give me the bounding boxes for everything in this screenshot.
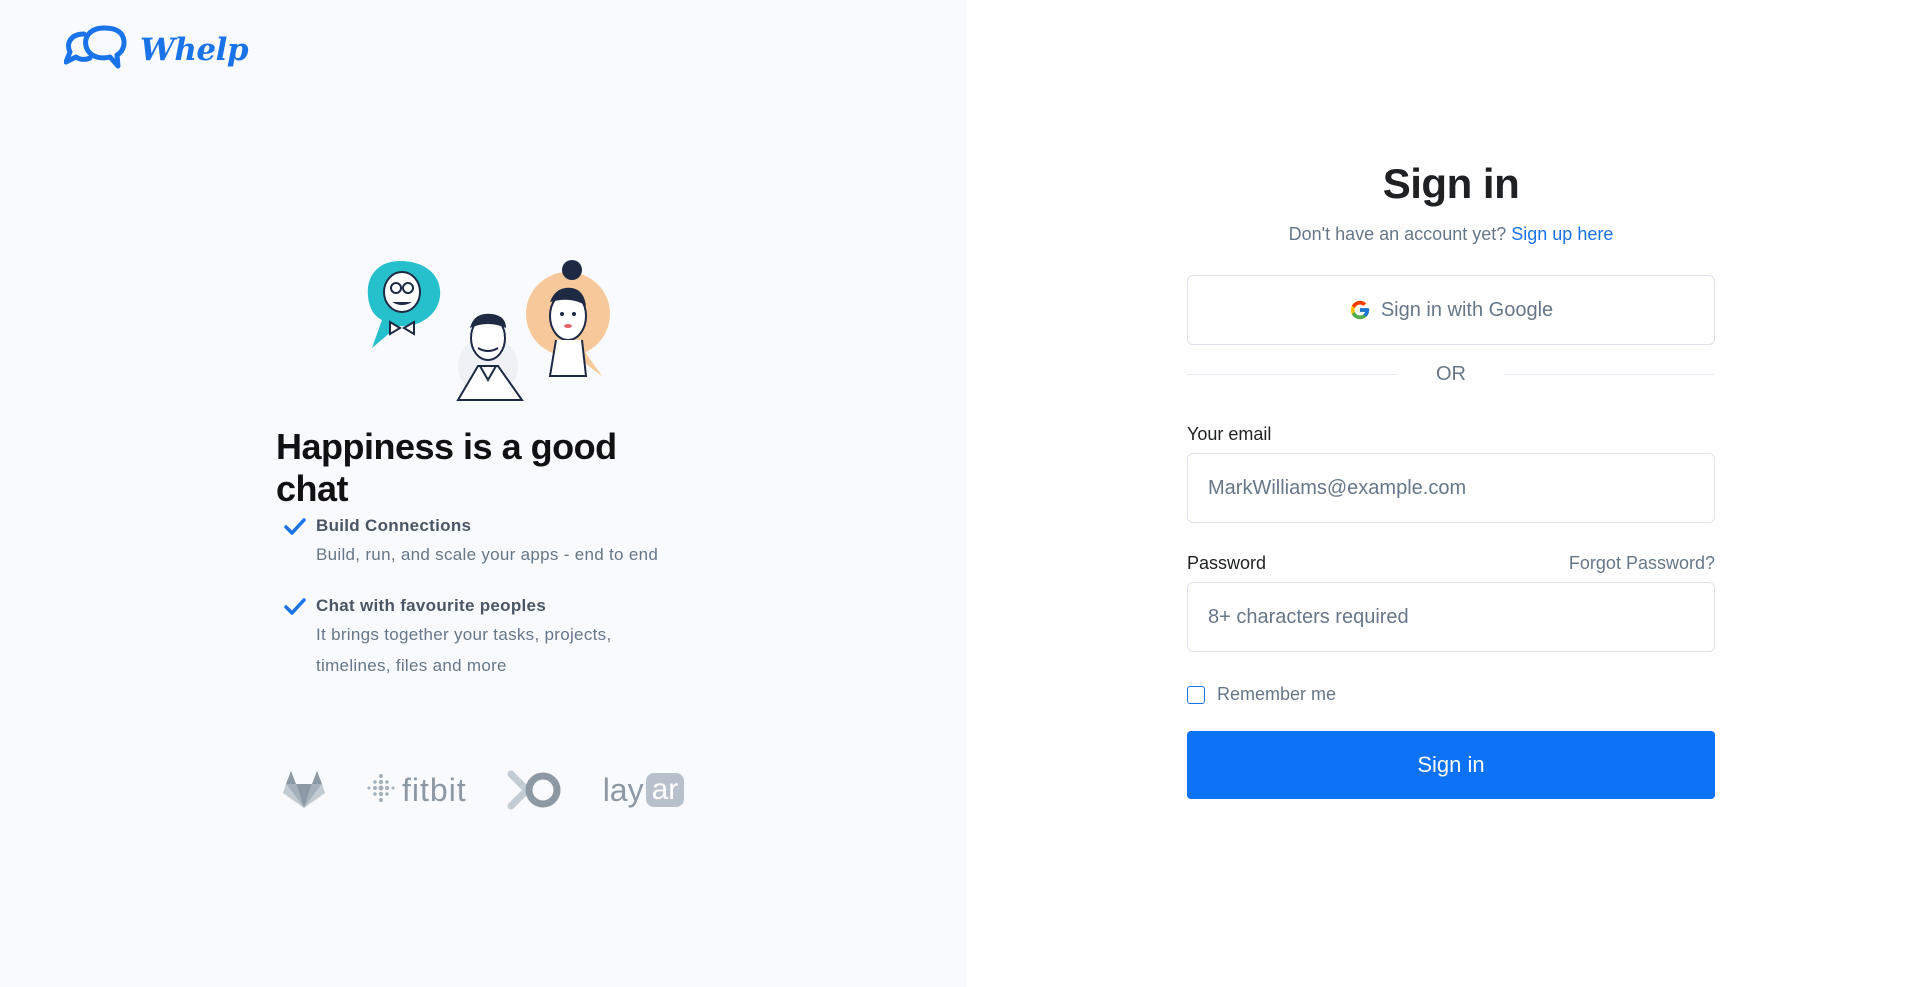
fitbit-label: fitbit bbox=[402, 771, 467, 808]
fitbit-dots-icon bbox=[366, 773, 396, 808]
check-icon bbox=[284, 516, 316, 570]
fitbit-logo: fitbit bbox=[366, 772, 467, 809]
remember-me-label[interactable]: Remember me bbox=[1217, 684, 1336, 705]
or-divider: OR bbox=[1187, 363, 1715, 386]
layar-label-suffix: ar bbox=[645, 773, 685, 807]
password-label-row: Password Forgot Password? bbox=[1187, 553, 1715, 574]
xo-logo-icon bbox=[507, 770, 563, 810]
hero-headline: Happiness is a good chat bbox=[276, 426, 617, 509]
remember-me-checkbox[interactable] bbox=[1187, 685, 1205, 704]
feature-item: Build Connections Build, run, and scale … bbox=[284, 516, 684, 570]
sign-in-form: Sign in Don't have an account yet? Sign … bbox=[1187, 160, 1715, 799]
password-field[interactable] bbox=[1187, 582, 1715, 652]
sign-in-button[interactable]: Sign in bbox=[1187, 731, 1715, 799]
layar-label-prefix: lay bbox=[602, 771, 644, 808]
right-panel: Sign in Don't have an account yet? Sign … bbox=[967, 0, 1920, 987]
or-text: OR bbox=[1436, 363, 1466, 385]
feature-description: It brings together your tasks, projects,… bbox=[316, 625, 612, 675]
feature-list: Build Connections Build, run, and scale … bbox=[284, 516, 684, 707]
feature-title: Build Connections bbox=[316, 516, 472, 535]
gitlab-logo-icon bbox=[282, 770, 326, 810]
feature-title: Chat with favourite peoples bbox=[316, 596, 547, 615]
google-button-label: Sign in with Google bbox=[1380, 298, 1554, 321]
layar-logo: lay ar bbox=[603, 772, 685, 809]
partner-logos: fitbit lay ar bbox=[282, 770, 724, 810]
signup-prompt: Don't have an account yet? Sign up here bbox=[1187, 224, 1715, 245]
password-label: Password bbox=[1187, 553, 1267, 573]
form-title: Sign in bbox=[1382, 160, 1520, 207]
google-icon bbox=[1349, 299, 1371, 321]
forgot-password-link[interactable]: Forgot Password? bbox=[1569, 553, 1715, 574]
brand-logo[interactable]: Whelp bbox=[63, 24, 249, 75]
email-field[interactable] bbox=[1187, 453, 1715, 523]
email-label-row: Your email bbox=[1187, 424, 1715, 445]
email-label: Your email bbox=[1187, 424, 1272, 444]
signup-link[interactable]: Sign up here bbox=[1511, 224, 1613, 244]
chat-bubbles-icon bbox=[63, 24, 128, 75]
left-panel: Whelp Happiness is a good chat Build Con… bbox=[0, 0, 967, 987]
feature-item: Chat with favourite peoples It brings to… bbox=[284, 596, 684, 681]
chat-people-illustration bbox=[360, 256, 610, 402]
check-icon bbox=[284, 596, 316, 681]
feature-description: Build, run, and scale your apps - end to… bbox=[316, 545, 659, 564]
signup-prompt-text: Don't have an account yet? bbox=[1288, 224, 1507, 244]
divider-line bbox=[1187, 374, 1398, 375]
divider-line bbox=[1504, 374, 1715, 375]
google-sign-in-button[interactable]: Sign in with Google bbox=[1187, 275, 1715, 345]
remember-me-row: Remember me bbox=[1187, 684, 1715, 705]
brand-name: Whelp bbox=[140, 31, 249, 68]
